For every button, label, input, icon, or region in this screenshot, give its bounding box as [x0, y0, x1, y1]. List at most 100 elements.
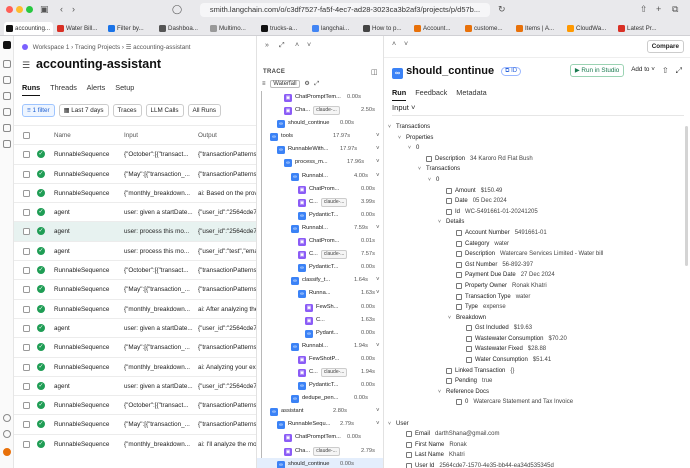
- table-row[interactable]: ✓ RunnableSequence {"October":[{"transact.…: [14, 144, 256, 163]
- json-row[interactable]: Gst Number 56-892-397: [384, 260, 690, 271]
- chevron-down-icon[interactable]: ˅: [376, 287, 380, 300]
- tab-alerts[interactable]: Alerts: [87, 83, 106, 92]
- chevron-down-icon[interactable]: ˅: [418, 164, 421, 174]
- chevron-down-icon[interactable]: ˅: [376, 405, 380, 418]
- json-row[interactable]: Date 05 Dec 2024: [384, 196, 690, 207]
- zoom-window-button[interactable]: [26, 6, 33, 13]
- json-row[interactable]: Wastewater Consumption $70.20: [384, 334, 690, 345]
- browser-tab[interactable]: Water Bill...: [55, 22, 104, 35]
- table-row[interactable]: ✓ RunnableSequence {"May":[{"transaction_.…: [14, 163, 256, 183]
- chevron-down-icon[interactable]: ˅: [388, 419, 391, 429]
- browser-tab[interactable]: accounting...: [4, 22, 53, 35]
- browser-tab[interactable]: Multimo...: [208, 22, 257, 35]
- compare-button[interactable]: Compare: [646, 40, 684, 53]
- trace-node[interactable]: ▣ C... claude-... 7.57s: [257, 248, 383, 261]
- add-to-button[interactable]: Add to ˅: [627, 64, 659, 77]
- chevron-down-icon[interactable]: ˅: [438, 217, 441, 227]
- json-row[interactable]: Email darthShana@gmail.com: [384, 429, 690, 440]
- tab-setup[interactable]: Setup: [115, 83, 134, 92]
- chevron-down-icon[interactable]: ˅: [376, 130, 380, 143]
- column-header-name[interactable]: Name: [54, 126, 120, 145]
- json-row[interactable]: Last Name Khatri: [384, 450, 690, 461]
- tab-threads[interactable]: Threads: [50, 83, 77, 92]
- select-all-checkbox[interactable]: [23, 132, 30, 139]
- json-row[interactable]: ˅ User: [384, 419, 690, 430]
- trace-node[interactable]: ∞ Runnabl... 1.94s ˅: [257, 340, 383, 353]
- browser-tab[interactable]: trucks-a...: [259, 22, 308, 35]
- help-icon[interactable]: [3, 414, 11, 422]
- collapse-icon[interactable]: »: [265, 42, 269, 49]
- chevron-down-icon[interactable]: ˅: [376, 340, 380, 353]
- shield-icon[interactable]: ◯: [172, 3, 182, 15]
- deployments-icon[interactable]: [3, 140, 11, 148]
- minimize-window-button[interactable]: [16, 6, 23, 13]
- table-row[interactable]: ✓ agent user: process this mo... {"user_id"…: [14, 221, 256, 241]
- trace-node[interactable]: ▣ Cha... claude-... 2.50s: [257, 104, 383, 117]
- row-checkbox[interactable]: [23, 247, 30, 255]
- json-row[interactable]: ˅ Transactions: [384, 164, 690, 175]
- json-row[interactable]: ˅ Reference Docs: [384, 387, 690, 398]
- breadcrumb-projects[interactable]: Tracing Projects: [75, 44, 120, 51]
- trace-node[interactable]: ∞ PydanticT... 0.00s: [257, 261, 383, 274]
- json-row[interactable]: ˅ Properties: [384, 133, 690, 144]
- trace-node[interactable]: ∞ should_continue 0.00s: [257, 117, 383, 130]
- trace-node[interactable]: ∞ tools 17.97s ˅: [257, 130, 383, 143]
- expand-icon[interactable]: ⤢: [676, 66, 682, 76]
- chevron-down-icon[interactable]: ˅: [376, 418, 380, 431]
- column-header-output[interactable]: Output: [198, 126, 256, 145]
- table-row[interactable]: ✓ RunnableSequence {"May":[{"transaction_.…: [14, 414, 256, 433]
- share-icon[interactable]: ⇧: [640, 3, 648, 15]
- trace-node[interactable]: ∞ Runnabl... 7.59s ˅: [257, 222, 383, 235]
- json-row[interactable]: First Name Ronak: [384, 440, 690, 451]
- trace-node[interactable]: ∞ RunnableWith... 17.97s ˅: [257, 143, 383, 156]
- trace-node[interactable]: ∞ PydanticT... 0.00s: [257, 209, 383, 222]
- table-row[interactable]: ✓ RunnableSequence {"monthly_breakdown... a…: [14, 182, 256, 202]
- json-row[interactable]: Linked Transaction {}: [384, 366, 690, 377]
- table-row[interactable]: ✓ RunnableSequence {"monthly_breakdown... a…: [14, 298, 256, 318]
- json-row[interactable]: Property Owner Ronak Khatri: [384, 281, 690, 292]
- sidebar-icon[interactable]: ◫: [371, 68, 378, 76]
- table-row[interactable]: ✓ RunnableSequence {"monthly_breakdown... a…: [14, 433, 256, 453]
- json-row[interactable]: Description 34 Karoro Rd Flat Bush: [384, 154, 690, 165]
- row-checkbox[interactable]: [23, 440, 30, 448]
- logo-icon[interactable]: [3, 41, 11, 49]
- trace-node[interactable]: ∞ should_continue 0.00s: [257, 457, 383, 468]
- json-row[interactable]: Description Watercare Services Limited - …: [384, 249, 690, 260]
- id-badge[interactable]: ⧉ ID: [501, 67, 522, 76]
- chevron-down-icon[interactable]: ˅: [376, 170, 380, 183]
- close-window-button[interactable]: [6, 6, 13, 13]
- chevron-down-icon[interactable]: ˅: [448, 313, 451, 323]
- input-section-toggle[interactable]: Input ˅: [392, 103, 415, 112]
- row-checkbox[interactable]: [23, 170, 30, 178]
- trace-node[interactable]: ∞ assistant 2.80s ˅: [257, 405, 383, 418]
- browser-tab[interactable]: CloudWa...: [565, 22, 614, 35]
- row-checkbox[interactable]: [23, 189, 30, 197]
- home-icon[interactable]: [3, 60, 11, 68]
- chevron-down-icon[interactable]: ˅: [408, 143, 411, 153]
- prompts-icon[interactable]: [3, 108, 11, 116]
- datasets-icon[interactable]: [3, 92, 11, 100]
- llm-calls-toggle[interactable]: LLM Calls: [145, 104, 184, 117]
- table-row[interactable]: ✓ agent user: given a startDate... {"user_i…: [14, 202, 256, 221]
- trace-node[interactable]: ▣ Cha... claude-... 2.79s: [257, 445, 383, 458]
- browser-tab[interactable]: How to p...: [361, 22, 410, 35]
- chevron-down-icon[interactable]: ˅: [376, 143, 380, 156]
- annotation-icon[interactable]: [3, 124, 11, 132]
- trace-node[interactable]: ▣ FewShotP... 0.00s: [257, 353, 383, 366]
- chevron-up-icon[interactable]: ˄: [295, 42, 299, 49]
- projects-icon[interactable]: [3, 76, 11, 84]
- user-avatar[interactable]: [3, 448, 11, 456]
- row-checkbox[interactable]: [23, 402, 30, 410]
- row-checkbox[interactable]: [23, 151, 30, 159]
- trace-node[interactable]: ∞ Runna... 1.63s ˅: [257, 287, 383, 300]
- tab-feedback[interactable]: Feedback: [415, 88, 447, 97]
- run-in-studio-button[interactable]: ▶ Run in Studio: [569, 64, 625, 77]
- json-row[interactable]: ˅ Details: [384, 217, 690, 228]
- row-checkbox[interactable]: [23, 344, 30, 352]
- breadcrumb-workspace[interactable]: Workspace 1: [33, 44, 70, 51]
- column-header-input[interactable]: Input: [124, 126, 194, 145]
- row-checkbox[interactable]: [23, 324, 30, 332]
- table-row[interactable]: ✓ RunnableSequence {"October":[{"transact.…: [14, 395, 256, 414]
- address-bar[interactable]: smith.langchain.com/o/c3df7527-fa5f-4ec7…: [200, 3, 490, 17]
- chevron-up-icon[interactable]: ˄: [392, 41, 396, 48]
